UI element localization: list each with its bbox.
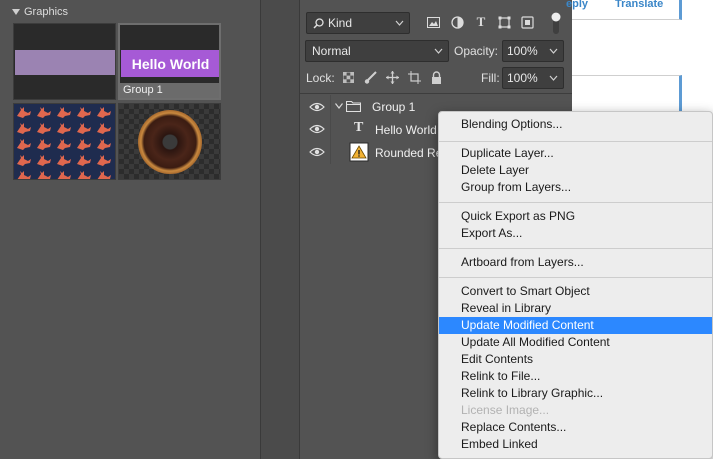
warning-icon bbox=[349, 142, 369, 162]
lock-position-icon[interactable] bbox=[385, 70, 399, 84]
graphic-tile-donut[interactable] bbox=[118, 103, 221, 180]
comment-box-bottom bbox=[572, 75, 682, 115]
purple-rectangle-thumbnail bbox=[15, 50, 115, 75]
menu-item-blending-options[interactable]: Blending Options... bbox=[439, 116, 712, 133]
menu-separator bbox=[439, 277, 712, 278]
eye-icon[interactable] bbox=[309, 124, 325, 134]
opacity-label: Opacity: bbox=[454, 44, 499, 58]
menu-separator bbox=[439, 141, 712, 142]
menu-item-edit-contents[interactable]: Edit Contents bbox=[439, 351, 712, 368]
lock-all-icon[interactable] bbox=[429, 70, 443, 84]
fox-pattern-thumbnail bbox=[14, 104, 115, 179]
group-tile-caption: Group 1 bbox=[120, 83, 219, 98]
layer-name: Group 1 bbox=[372, 100, 416, 114]
layer-name: Hello World bbox=[375, 123, 437, 137]
reply-link[interactable]: eply bbox=[566, 0, 588, 10]
row-gutter bbox=[330, 95, 331, 118]
opacity-value: 100% bbox=[507, 44, 538, 58]
smart-object-filter-icon[interactable] bbox=[519, 14, 535, 30]
chevron-down-icon bbox=[549, 48, 558, 54]
text-layer-icon: T bbox=[354, 120, 364, 135]
eye-icon[interactable] bbox=[309, 102, 325, 112]
lock-image-pixels-icon[interactable] bbox=[363, 70, 377, 84]
menu-item-embed-linked[interactable]: Embed Linked bbox=[439, 436, 712, 453]
eye-icon[interactable] bbox=[309, 147, 325, 157]
translate-link[interactable]: Translate bbox=[615, 0, 663, 10]
menu-item-update-modified-content[interactable]: Update Modified Content bbox=[439, 317, 712, 334]
menu-item-relink-to-library-graphic[interactable]: Relink to Library Graphic... bbox=[439, 385, 712, 402]
graphic-tile-shape[interactable] bbox=[13, 23, 116, 100]
chevron-down-icon[interactable] bbox=[335, 103, 343, 109]
blend-mode-value: Normal bbox=[312, 44, 351, 58]
chevron-down-icon bbox=[434, 48, 443, 54]
shape-filter-icon[interactable] bbox=[496, 14, 512, 30]
blend-mode-select[interactable]: Normal bbox=[305, 40, 449, 62]
menu-item-relink-to-file[interactable]: Relink to File... bbox=[439, 368, 712, 385]
row-gutter bbox=[330, 118, 331, 141]
fill-value: 100% bbox=[507, 71, 538, 85]
fill-input[interactable]: 100% bbox=[502, 67, 564, 89]
chevron-down-icon bbox=[395, 20, 404, 26]
menu-item-license-image: License Image... bbox=[461, 403, 550, 417]
adjustment-filter-icon[interactable] bbox=[449, 14, 465, 30]
panel-divider bbox=[260, 0, 300, 459]
lock-label: Lock: bbox=[306, 71, 335, 85]
fill-label: Fill: bbox=[481, 71, 500, 85]
donut-thumbnail bbox=[138, 110, 202, 174]
layers-separator bbox=[300, 93, 572, 94]
type-filter-icon[interactable]: T bbox=[473, 14, 489, 30]
menu-item-artboard-from-layers[interactable]: Artboard from Layers... bbox=[439, 254, 712, 271]
lock-artboard-icon[interactable] bbox=[407, 70, 421, 84]
comment-box-top: eply Translate bbox=[566, 0, 682, 20]
hello-world-thumbnail: Hello World bbox=[121, 50, 219, 77]
menu-item-group-from-layers[interactable]: Group from Layers... bbox=[439, 179, 712, 196]
row-gutter bbox=[330, 141, 331, 164]
folder-icon bbox=[346, 100, 361, 112]
graphics-section-title: Graphics bbox=[24, 6, 69, 18]
menu-item-convert-to-smart-object[interactable]: Convert to Smart Object bbox=[439, 283, 712, 300]
triangle-down-icon[interactable] bbox=[12, 9, 20, 15]
menu-separator bbox=[439, 202, 712, 203]
libraries-panel: Graphics Hello World Group 1 bbox=[0, 0, 260, 459]
menu-item-reveal-in-library[interactable]: Reveal in Library bbox=[439, 300, 712, 317]
chevron-down-icon bbox=[549, 75, 558, 81]
filter-kind-select[interactable]: Kind bbox=[306, 12, 410, 34]
graphic-tile-fox-pattern[interactable] bbox=[13, 103, 116, 180]
menu-item-quick-export-png[interactable]: Quick Export as PNG bbox=[439, 208, 712, 225]
lock-transparent-pixels-icon[interactable] bbox=[341, 70, 355, 84]
graphics-section-header[interactable]: Graphics bbox=[12, 5, 68, 19]
search-icon bbox=[313, 17, 324, 29]
menu-item-export-as[interactable]: Export As... bbox=[439, 225, 712, 242]
image-filter-icon[interactable] bbox=[425, 14, 441, 30]
filter-kind-label: Kind bbox=[328, 16, 353, 30]
menu-separator bbox=[439, 248, 712, 249]
menu-item-duplicate-layer[interactable]: Duplicate Layer... bbox=[439, 145, 712, 162]
filter-toggle-switch[interactable] bbox=[551, 12, 561, 34]
menu-item-delete-layer[interactable]: Delete Layer bbox=[439, 162, 712, 179]
graphic-tile-group[interactable]: Hello World Group 1 bbox=[118, 23, 221, 100]
layer-context-menu: Blending Options... Duplicate Layer... D… bbox=[438, 111, 713, 459]
layer-name: Rounded Re bbox=[375, 146, 443, 160]
menu-item-replace-contents[interactable]: Replace Contents... bbox=[439, 419, 712, 436]
menu-item-update-all-modified-content[interactable]: Update All Modified Content bbox=[439, 334, 712, 351]
opacity-input[interactable]: 100% bbox=[502, 40, 564, 62]
